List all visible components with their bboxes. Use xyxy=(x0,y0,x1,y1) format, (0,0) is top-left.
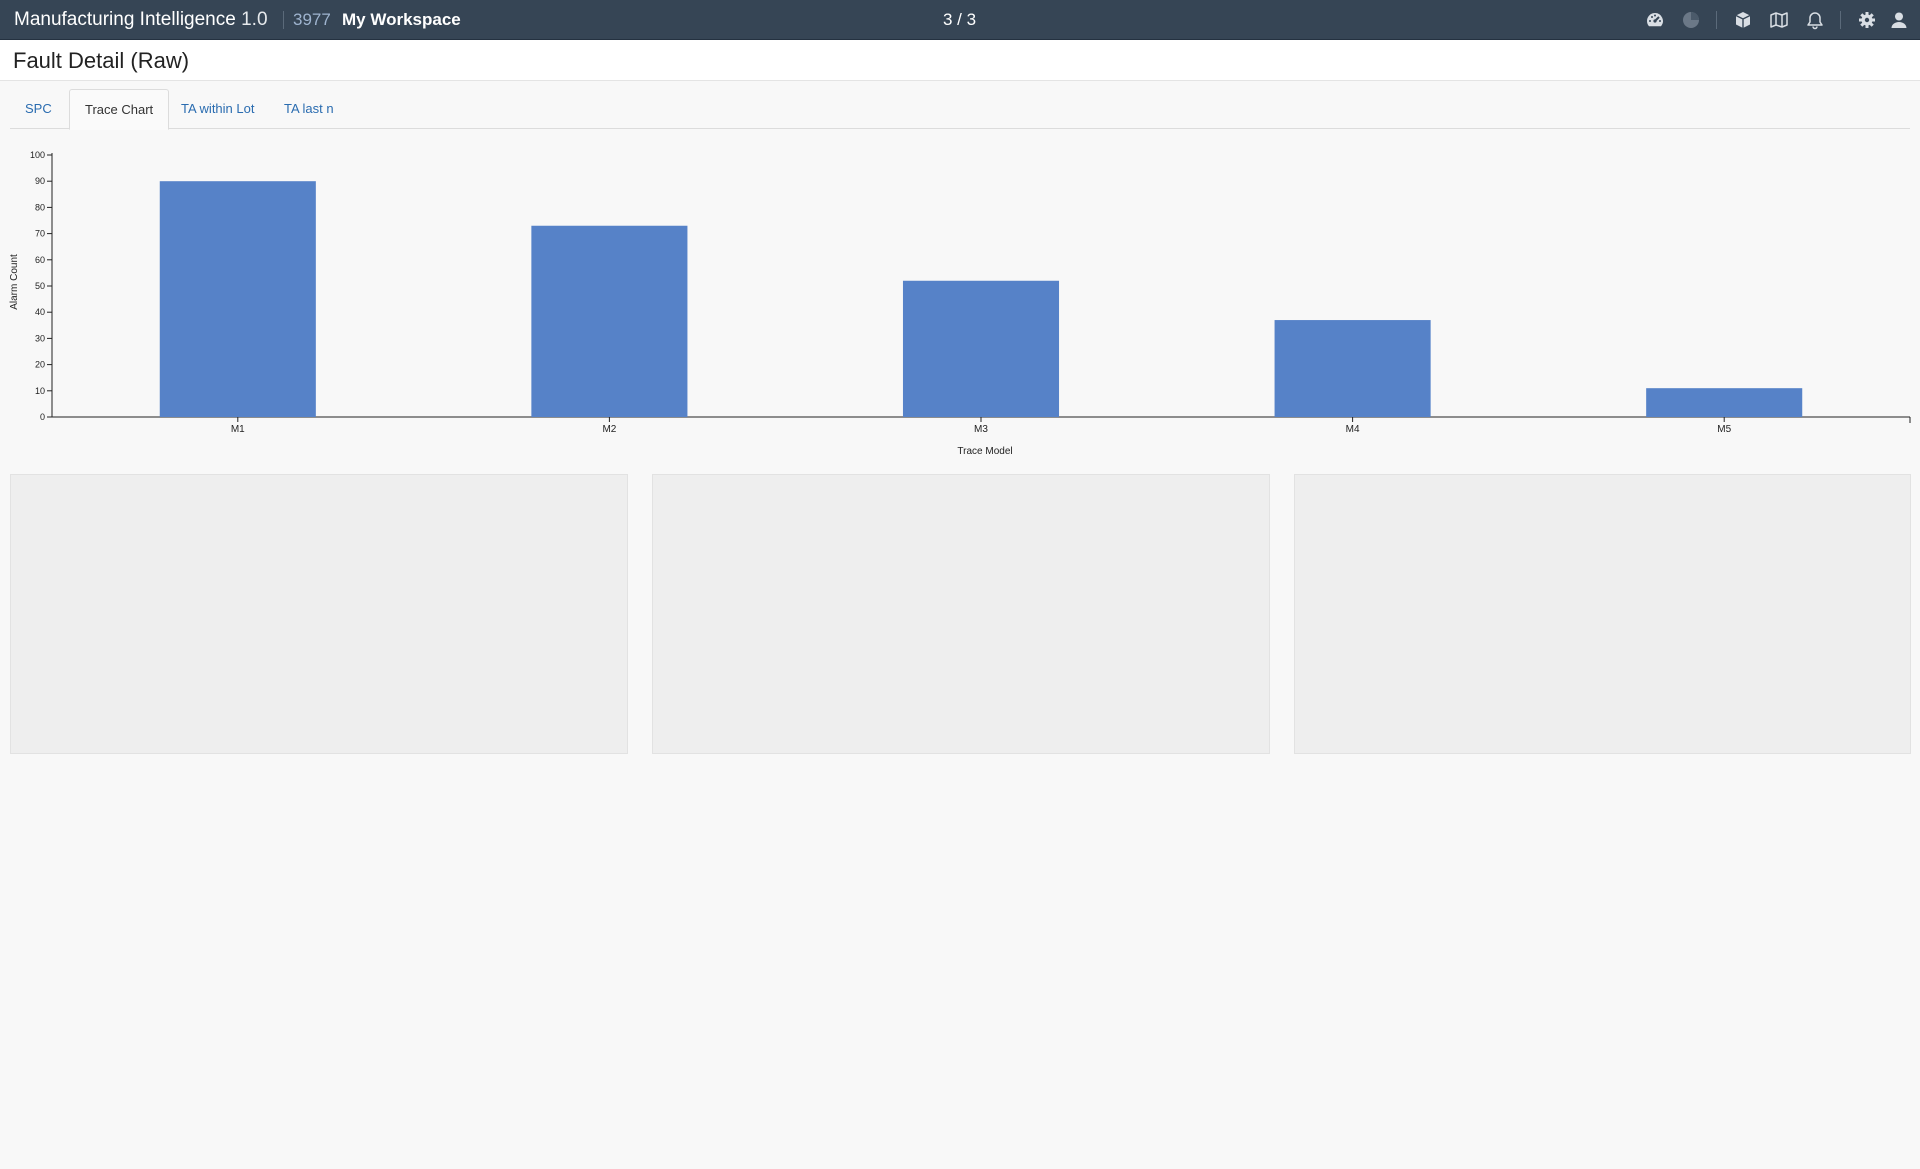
user-icon[interactable] xyxy=(1888,9,1910,31)
tab-ta-within-lot[interactable]: TA within Lot xyxy=(166,89,269,129)
tab-trace-chart[interactable]: Trace Chart xyxy=(69,89,170,130)
y-tick-label: 0 xyxy=(40,412,45,422)
app-version: 1.0 xyxy=(241,9,268,30)
chart-canvas: 0 10 20 30 40 50 60 70 80 90 100 M1 M2 M3 M4 M5 Alarm … xyxy=(9,150,1911,457)
app-brand[interactable]: Manufacturing Intelligence 1.0 xyxy=(14,9,268,31)
navbar-divider xyxy=(1716,11,1717,29)
cube-icon[interactable] xyxy=(1732,9,1754,31)
workspace-name[interactable]: My Workspace xyxy=(342,10,461,30)
y-axis-label: Alarm Count xyxy=(9,254,20,310)
y-tick-label: 40 xyxy=(35,307,45,317)
top-navbar: Manufacturing Intelligence 1.0 3977 My W… xyxy=(0,0,1920,40)
navbar-divider xyxy=(283,11,284,29)
tab-bar: SPC Trace Chart TA within Lot TA last n xyxy=(10,89,1910,130)
y-tick-label: 100 xyxy=(30,150,45,160)
y-tick-label: 70 xyxy=(35,229,45,239)
x-axis-label: Trace Model xyxy=(957,446,1012,457)
bar-m1[interactable] xyxy=(159,181,316,417)
page-title: Fault Detail (Raw) xyxy=(13,48,190,73)
trace-bar-chart: 0 10 20 30 40 50 60 70 80 90 100 M1 M2 M3 M4 M5 Alarm … xyxy=(0,140,1920,460)
panel-left xyxy=(10,474,628,754)
y-tick-label: 50 xyxy=(35,281,45,291)
y-tick-label: 10 xyxy=(35,386,45,396)
bar-series xyxy=(159,181,1803,417)
workspace-id: 3977 xyxy=(293,10,331,29)
bar-m5[interactable] xyxy=(1646,388,1803,417)
x-tick-label: M4 xyxy=(1346,424,1360,435)
x-axis: M1 M2 M3 M4 M5 xyxy=(52,416,1911,435)
page-header: Fault Detail (Raw) xyxy=(0,40,1920,81)
y-tick-label: 60 xyxy=(35,255,45,265)
x-tick-label: M1 xyxy=(231,424,245,435)
navbar-divider xyxy=(1840,11,1841,29)
gear-icon[interactable] xyxy=(1856,9,1878,31)
pie-chart-icon[interactable] xyxy=(1680,9,1702,31)
x-tick-label: M2 xyxy=(602,424,616,435)
y-tick-label: 30 xyxy=(35,333,45,343)
page-counter: 3 / 3 xyxy=(943,10,977,29)
panel-middle xyxy=(652,474,1270,754)
y-axis: 0 10 20 30 40 50 60 70 80 90 100 xyxy=(30,150,53,422)
y-tick-label: 20 xyxy=(35,360,45,370)
bar-m2[interactable] xyxy=(531,225,688,417)
y-tick-label: 80 xyxy=(35,202,45,212)
bell-icon[interactable] xyxy=(1804,9,1826,31)
bar-m4[interactable] xyxy=(1274,320,1431,417)
app-name: Manufacturing Intelligence xyxy=(14,9,236,30)
x-tick-label: M3 xyxy=(974,424,988,435)
tab-ta-last-n[interactable]: TA last n xyxy=(269,89,349,129)
panel-right xyxy=(1294,474,1911,754)
bar-m3[interactable] xyxy=(902,280,1060,417)
y-tick-label: 90 xyxy=(35,176,45,186)
map-icon[interactable] xyxy=(1768,9,1790,31)
x-tick-label: M5 xyxy=(1717,424,1731,435)
tab-spc[interactable]: SPC xyxy=(10,89,67,129)
dashboard-icon[interactable] xyxy=(1644,9,1666,31)
